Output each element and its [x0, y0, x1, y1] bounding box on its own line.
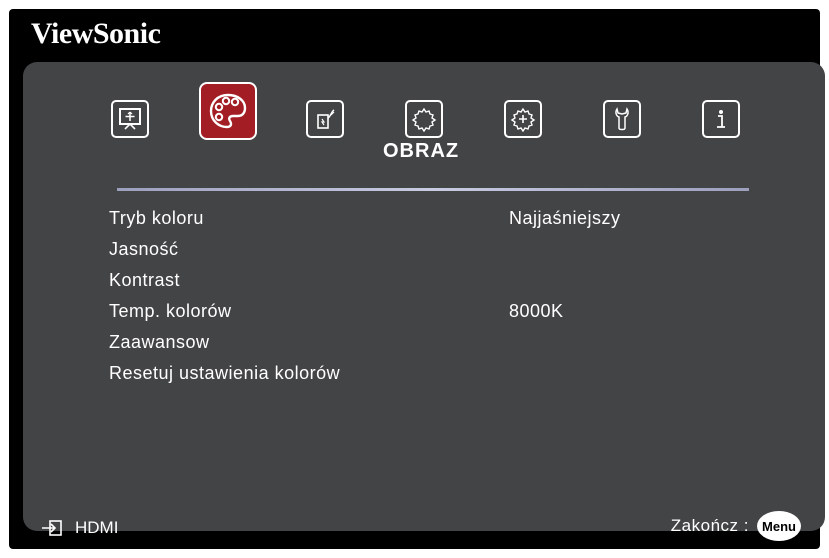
menu-item-brightness[interactable]: Jasność — [109, 239, 749, 270]
input-source-icon — [42, 520, 62, 536]
tab-information[interactable] — [702, 100, 740, 138]
settings-gear-icon — [411, 107, 437, 132]
divider — [117, 188, 749, 191]
menu-item-color-temp[interactable]: Temp. kolorów 8000K — [109, 301, 749, 332]
menu-item-label: Kontrast — [109, 270, 181, 290]
exit-label: Zakończ : — [670, 516, 749, 535]
tab-advanced-settings[interactable] — [504, 100, 542, 138]
menu-panel: OBRAZ Tryb koloru Najjaśniejszy Jasność … — [23, 62, 825, 541]
section-title: OBRAZ — [383, 140, 460, 162]
menu-item-label: Resetuj ustawienia kolorów — [109, 363, 341, 383]
advanced-settings-icon — [510, 107, 536, 132]
tab-power[interactable] — [306, 100, 344, 138]
menu-item-label: Jasność — [109, 239, 179, 259]
tab-basic-settings[interactable] — [405, 100, 443, 138]
menu-list: Tryb koloru Najjaśniejszy Jasność Kontra… — [109, 208, 749, 394]
menu-item-value: 8000K — [509, 301, 564, 321]
menu-item-value: Najjaśniejszy — [509, 208, 621, 228]
menu-item-label: Tryb koloru — [109, 208, 204, 228]
tab-management[interactable] — [603, 100, 641, 138]
menu-item-contrast[interactable]: Kontrast — [109, 270, 749, 301]
osd-frame: ViewSonic OBRAZ Tryb koloru Najjaśniejsz… — [9, 9, 825, 549]
display-icon — [119, 108, 141, 130]
info-icon — [717, 110, 725, 128]
wrench-icon — [615, 107, 629, 131]
tab-display[interactable] — [111, 100, 149, 138]
menu-item-label: Zaawansow — [109, 332, 210, 352]
menu-item-color-mode[interactable]: Tryb koloru Najjaśniejszy — [109, 208, 749, 239]
menu-item-reset-colors[interactable]: Resetuj ustawienia kolorów — [109, 363, 749, 394]
palette-icon — [209, 93, 247, 129]
input-source: HDMI — [41, 518, 118, 538]
tab-image[interactable] — [199, 82, 257, 140]
menu-item-advanced[interactable]: Zaawansow — [109, 332, 749, 363]
exit-hint: Zakończ : Menu — [671, 511, 801, 541]
power-plug-icon — [317, 109, 335, 129]
brand-logo: ViewSonic — [31, 17, 161, 50]
input-source-label: HDMI — [75, 518, 119, 537]
menu-item-label: Temp. kolorów — [109, 301, 232, 321]
menu-button[interactable]: Menu — [757, 511, 801, 541]
